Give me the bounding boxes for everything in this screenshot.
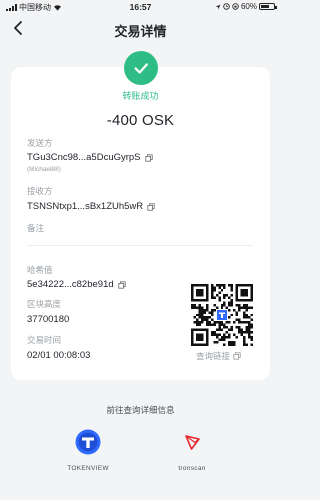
- battery-percent: 60%: [240, 2, 257, 11]
- page-title: 交易详情: [114, 24, 167, 39]
- section-divider: [27, 245, 253, 246]
- explorer-tokenview[interactable]: TOKENVIEW: [58, 429, 118, 472]
- tokenview-logo-icon: [75, 429, 101, 455]
- hash-row: 5e34222...c82be91d: [27, 279, 126, 290]
- transfer-amount: -400 OSK: [106, 112, 175, 129]
- tx-time-value: 02/01 00:08:03: [27, 350, 91, 361]
- copy-icon[interactable]: [147, 202, 155, 211]
- explorer-label: tronscan: [178, 465, 206, 472]
- qr-code: [191, 284, 253, 346]
- query-link-button[interactable]: 查询链接: [196, 350, 241, 362]
- receiver-address: TSNSNtxp1...sBx1ZUh5wR: [27, 201, 144, 212]
- rotation-lock-icon: [232, 3, 239, 10]
- battery-icon: [259, 3, 277, 10]
- block-height-label: 区块高度: [27, 299, 62, 309]
- copy-icon: [233, 352, 241, 360]
- transfer-status: 转账成功: [122, 91, 159, 101]
- memo-label: 备注: [27, 223, 45, 233]
- receiver-address-row: TSNSNtxp1...sBx1ZUh5wR: [27, 201, 155, 212]
- nav-bar: 交易详情: [0, 14, 281, 44]
- status-right: 60%: [215, 2, 277, 11]
- tx-time-label: 交易时间: [27, 335, 62, 345]
- status-bar: 中国移动 16:57 60%: [0, 0, 281, 14]
- hash-label: 哈希值: [27, 265, 53, 275]
- sender-label: 发送方: [27, 138, 53, 148]
- copy-icon[interactable]: [118, 280, 126, 289]
- block-height-value: 37700180: [27, 314, 70, 325]
- sender-name: (Michael88): [27, 166, 61, 173]
- explorer-tronscan[interactable]: tronscan: [162, 429, 222, 472]
- tronscan-logo-icon: [185, 435, 200, 450]
- copy-icon[interactable]: [144, 153, 153, 162]
- explorer-label: TOKENVIEW: [67, 465, 109, 472]
- success-badge: [124, 51, 158, 85]
- checkmark-icon: [134, 63, 148, 74]
- sender-address: TGu3Cnc98...a5DcuGyrpS: [27, 152, 141, 163]
- alarm-icon: [223, 3, 230, 10]
- query-link-label: 查询链接: [196, 351, 231, 361]
- sender-address-row: TGu3Cnc98...a5DcuGyrpS: [27, 152, 153, 163]
- receiver-label: 接收方: [27, 186, 53, 196]
- hash-value: 5e34222...c82be91d: [27, 279, 114, 290]
- explorer-title: 前往查询详细信息: [106, 405, 175, 415]
- location-icon: [215, 4, 221, 9]
